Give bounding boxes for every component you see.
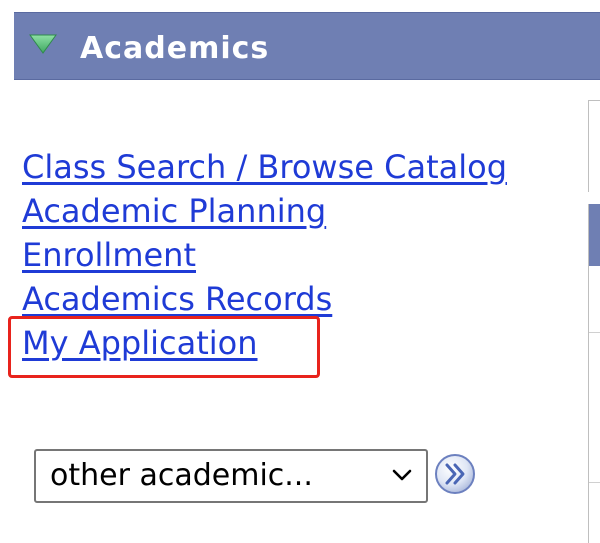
list-item: My Application [22, 324, 507, 368]
section-title: Academics [80, 31, 270, 66]
select-value: other academic... [50, 458, 313, 493]
chevron-down-icon [392, 467, 412, 483]
list-item: Academic Planning [22, 192, 507, 236]
academics-links-list: Class Search / Browse Catalog Academic P… [22, 148, 507, 368]
right-panel-box [588, 100, 600, 192]
academics-records-link[interactable]: Academics Records [22, 280, 332, 318]
double-chevron-right-icon [435, 454, 475, 494]
enrollment-link[interactable]: Enrollment [22, 236, 196, 274]
list-item: Class Search / Browse Catalog [22, 148, 507, 192]
other-academic-select[interactable]: other academic... [34, 449, 428, 503]
academics-section-header: Academics [14, 12, 600, 80]
academic-planning-link[interactable]: Academic Planning [22, 192, 326, 230]
triangle-down-icon[interactable] [28, 33, 58, 55]
right-panel-divider [589, 482, 600, 483]
academics-page: Academics Class Search / Browse Catalog … [0, 0, 600, 543]
list-item: Academics Records [22, 280, 507, 324]
right-panel-header [589, 204, 600, 266]
list-item: Enrollment [22, 236, 507, 280]
my-application-link[interactable]: My Application [22, 324, 258, 362]
right-panel-divider [589, 332, 600, 333]
class-search-link[interactable]: Class Search / Browse Catalog [22, 148, 507, 186]
go-button[interactable] [433, 452, 477, 496]
